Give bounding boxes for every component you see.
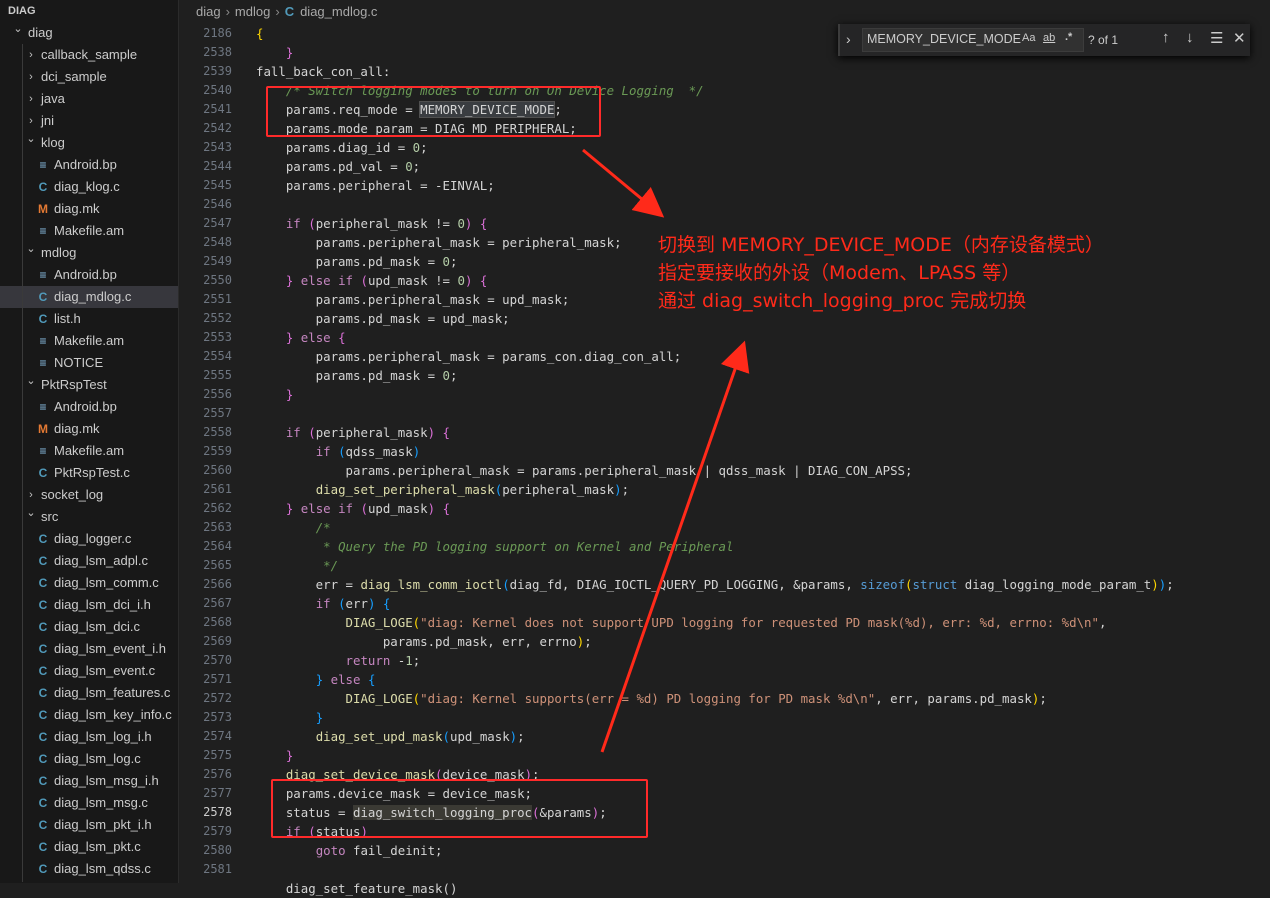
annotation-arrows bbox=[582, 148, 750, 753]
arrow-from-switch bbox=[600, 340, 750, 753]
annotation-line-3: 通过 diag_switch_logging_proc 完成切换 bbox=[658, 290, 1027, 312]
annotation-line-2: 指定要接收的外设（Modem、LPASS 等） bbox=[658, 262, 1021, 284]
annotation-line-1: 切换到 MEMORY_DEVICE_MODE（内存设备模式） bbox=[658, 234, 1104, 256]
arrow-to-text bbox=[582, 148, 665, 218]
